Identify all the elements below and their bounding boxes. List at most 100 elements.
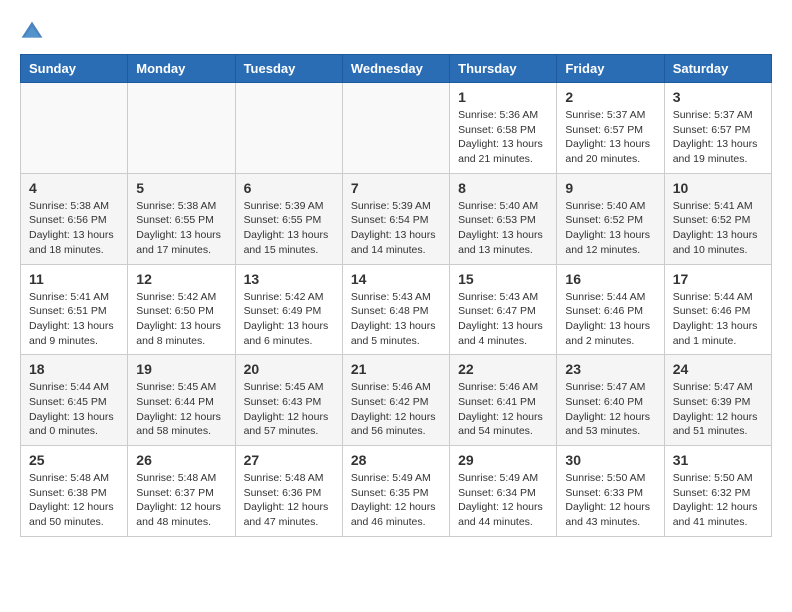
calendar-cell: 7 Sunrise: 5:39 AM Sunset: 6:54 PM Daylig… [342,173,449,264]
day-info: Sunrise: 5:50 AM Sunset: 6:32 PM Dayligh… [673,471,763,530]
day-number: 7 [351,180,441,196]
day-number: 25 [29,452,119,468]
day-number: 6 [244,180,334,196]
calendar-header-row: SundayMondayTuesdayWednesdayThursdayFrid… [21,55,772,83]
day-info: Sunrise: 5:38 AM Sunset: 6:56 PM Dayligh… [29,199,119,258]
calendar-cell: 3 Sunrise: 5:37 AM Sunset: 6:57 PM Daylig… [664,83,771,174]
day-info: Sunrise: 5:43 AM Sunset: 6:48 PM Dayligh… [351,290,441,349]
day-info: Sunrise: 5:44 AM Sunset: 6:45 PM Dayligh… [29,380,119,439]
day-number: 21 [351,361,441,377]
day-number: 12 [136,271,226,287]
calendar-cell: 26 Sunrise: 5:48 AM Sunset: 6:37 PM Dayli… [128,446,235,537]
day-info: Sunrise: 5:46 AM Sunset: 6:42 PM Dayligh… [351,380,441,439]
calendar-cell [235,83,342,174]
day-number: 17 [673,271,763,287]
calendar-cell: 28 Sunrise: 5:49 AM Sunset: 6:35 PM Dayli… [342,446,449,537]
calendar-cell: 4 Sunrise: 5:38 AM Sunset: 6:56 PM Daylig… [21,173,128,264]
day-info: Sunrise: 5:38 AM Sunset: 6:55 PM Dayligh… [136,199,226,258]
calendar-cell [21,83,128,174]
calendar-cell: 23 Sunrise: 5:47 AM Sunset: 6:40 PM Dayli… [557,355,664,446]
logo-icon [20,20,44,44]
calendar-cell: 25 Sunrise: 5:48 AM Sunset: 6:38 PM Dayli… [21,446,128,537]
calendar-cell: 20Sunrise: 5:45 AM Sunset: 6:43 PM Dayli… [235,355,342,446]
day-number: 18 [29,361,119,377]
day-info: Sunrise: 5:42 AM Sunset: 6:49 PM Dayligh… [244,290,334,349]
calendar-cell: 29 Sunrise: 5:49 AM Sunset: 6:34 PM Dayli… [450,446,557,537]
day-number: 23 [565,361,655,377]
col-header-monday: Monday [128,55,235,83]
day-number: 24 [673,361,763,377]
calendar-cell: 14 Sunrise: 5:43 AM Sunset: 6:48 PM Dayli… [342,264,449,355]
day-info: Sunrise: 5:46 AM Sunset: 6:41 PM Dayligh… [458,380,548,439]
calendar-week-row: 18 Sunrise: 5:44 AM Sunset: 6:45 PM Dayli… [21,355,772,446]
day-info: Sunrise: 5:41 AM Sunset: 6:51 PM Dayligh… [29,290,119,349]
day-info: Sunrise: 5:49 AM Sunset: 6:35 PM Dayligh… [351,471,441,530]
day-number: 28 [351,452,441,468]
col-header-thursday: Thursday [450,55,557,83]
calendar-cell: 19 Sunrise: 5:45 AM Sunset: 6:44 PM Dayli… [128,355,235,446]
calendar-cell: 10Sunrise: 5:41 AM Sunset: 6:52 PM Dayli… [664,173,771,264]
logo [20,20,48,44]
day-number: 10 [673,180,763,196]
day-info: Sunrise: 5:49 AM Sunset: 6:34 PM Dayligh… [458,471,548,530]
calendar-cell: 17 Sunrise: 5:44 AM Sunset: 6:46 PM Dayli… [664,264,771,355]
calendar-cell: 2 Sunrise: 5:37 AM Sunset: 6:57 PM Daylig… [557,83,664,174]
day-number: 15 [458,271,548,287]
page-header [20,20,772,44]
day-number: 29 [458,452,548,468]
day-number: 1 [458,89,548,105]
day-info: Sunrise: 5:37 AM Sunset: 6:57 PM Dayligh… [673,108,763,167]
day-number: 27 [244,452,334,468]
day-info: Sunrise: 5:48 AM Sunset: 6:37 PM Dayligh… [136,471,226,530]
calendar-cell: 1 Sunrise: 5:36 AM Sunset: 6:58 PM Daylig… [450,83,557,174]
day-info: Sunrise: 5:48 AM Sunset: 6:36 PM Dayligh… [244,471,334,530]
day-number: 16 [565,271,655,287]
col-header-friday: Friday [557,55,664,83]
calendar-cell: 21 Sunrise: 5:46 AM Sunset: 6:42 PM Dayli… [342,355,449,446]
calendar-week-row: 25 Sunrise: 5:48 AM Sunset: 6:38 PM Dayli… [21,446,772,537]
calendar-cell: 8 Sunrise: 5:40 AM Sunset: 6:53 PM Daylig… [450,173,557,264]
day-number: 22 [458,361,548,377]
col-header-wednesday: Wednesday [342,55,449,83]
calendar-cell: 22 Sunrise: 5:46 AM Sunset: 6:41 PM Dayli… [450,355,557,446]
day-info: Sunrise: 5:47 AM Sunset: 6:39 PM Dayligh… [673,380,763,439]
day-info: Sunrise: 5:45 AM Sunset: 6:43 PM Dayligh… [244,380,334,439]
day-info: Sunrise: 5:39 AM Sunset: 6:55 PM Dayligh… [244,199,334,258]
calendar-cell: 5 Sunrise: 5:38 AM Sunset: 6:55 PM Daylig… [128,173,235,264]
day-number: 4 [29,180,119,196]
day-info: Sunrise: 5:48 AM Sunset: 6:38 PM Dayligh… [29,471,119,530]
calendar-cell: 16Sunrise: 5:44 AM Sunset: 6:46 PM Dayli… [557,264,664,355]
calendar-cell: 12Sunrise: 5:42 AM Sunset: 6:50 PM Dayli… [128,264,235,355]
day-number: 26 [136,452,226,468]
calendar-cell: 31Sunrise: 5:50 AM Sunset: 6:32 PM Dayli… [664,446,771,537]
calendar-week-row: 1 Sunrise: 5:36 AM Sunset: 6:58 PM Daylig… [21,83,772,174]
day-info: Sunrise: 5:40 AM Sunset: 6:53 PM Dayligh… [458,199,548,258]
day-number: 2 [565,89,655,105]
col-header-saturday: Saturday [664,55,771,83]
calendar-cell [128,83,235,174]
calendar-cell: 13Sunrise: 5:42 AM Sunset: 6:49 PM Dayli… [235,264,342,355]
calendar-table: SundayMondayTuesdayWednesdayThursdayFrid… [20,54,772,537]
day-number: 19 [136,361,226,377]
calendar-cell: 9Sunrise: 5:40 AM Sunset: 6:52 PM Daylig… [557,173,664,264]
day-number: 8 [458,180,548,196]
calendar-cell: 24 Sunrise: 5:47 AM Sunset: 6:39 PM Dayli… [664,355,771,446]
day-info: Sunrise: 5:39 AM Sunset: 6:54 PM Dayligh… [351,199,441,258]
day-info: Sunrise: 5:40 AM Sunset: 6:52 PM Dayligh… [565,199,655,258]
day-info: Sunrise: 5:36 AM Sunset: 6:58 PM Dayligh… [458,108,548,167]
col-header-tuesday: Tuesday [235,55,342,83]
day-info: Sunrise: 5:45 AM Sunset: 6:44 PM Dayligh… [136,380,226,439]
calendar-cell: 11 Sunrise: 5:41 AM Sunset: 6:51 PM Dayli… [21,264,128,355]
day-number: 14 [351,271,441,287]
day-number: 3 [673,89,763,105]
calendar-week-row: 4 Sunrise: 5:38 AM Sunset: 6:56 PM Daylig… [21,173,772,264]
calendar-cell: 6 Sunrise: 5:39 AM Sunset: 6:55 PM Daylig… [235,173,342,264]
day-info: Sunrise: 5:44 AM Sunset: 6:46 PM Dayligh… [673,290,763,349]
day-info: Sunrise: 5:37 AM Sunset: 6:57 PM Dayligh… [565,108,655,167]
day-number: 5 [136,180,226,196]
calendar-cell: 15Sunrise: 5:43 AM Sunset: 6:47 PM Dayli… [450,264,557,355]
calendar-week-row: 11 Sunrise: 5:41 AM Sunset: 6:51 PM Dayli… [21,264,772,355]
day-info: Sunrise: 5:47 AM Sunset: 6:40 PM Dayligh… [565,380,655,439]
day-number: 11 [29,271,119,287]
calendar-cell: 27 Sunrise: 5:48 AM Sunset: 6:36 PM Dayli… [235,446,342,537]
